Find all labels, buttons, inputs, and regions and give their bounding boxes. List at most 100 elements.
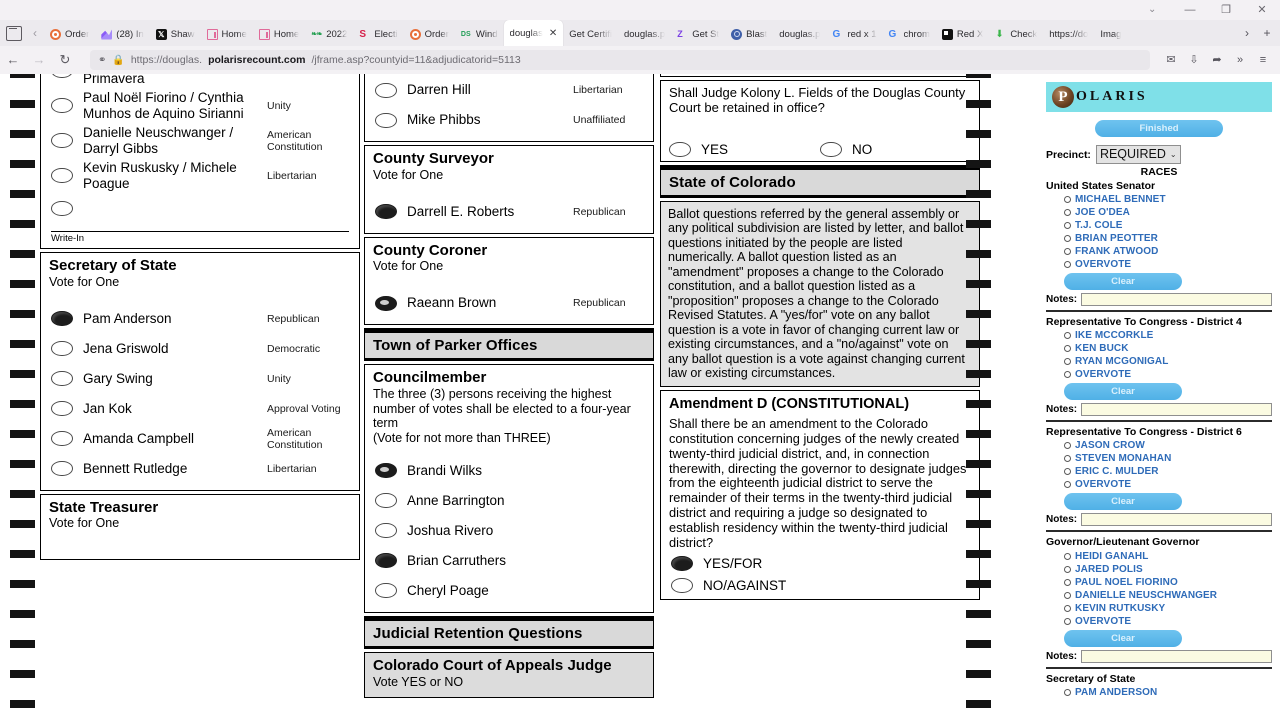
vote-oval[interactable] <box>375 523 397 539</box>
candidate-row[interactable]: Brian Carruthers <box>365 546 653 576</box>
notes-input[interactable] <box>1081 293 1272 307</box>
radio-icon[interactable] <box>1064 578 1071 586</box>
candidate-row[interactable]: Amanda Campbell American Constitution <box>41 424 359 454</box>
race-option[interactable]: T.J. COLE <box>1046 219 1272 232</box>
browser-tab[interactable]: Order <box>404 22 455 46</box>
candidate-row[interactable]: Bennett Rutledge Libertarian <box>41 454 359 484</box>
close-window-button[interactable]: ✕ <box>1244 0 1280 20</box>
candidate-row[interactable]: Pam Anderson Republican <box>41 304 359 334</box>
candidate-row[interactable]: Darren Hill Libertarian <box>365 75 653 105</box>
race-option-overvote[interactable]: OVERVOTE <box>1046 368 1272 381</box>
chevron-down-icon[interactable]: ⌄ <box>1148 0 1156 20</box>
race-option[interactable]: STEVEN MONAHAN <box>1046 452 1272 465</box>
tab-collections-icon[interactable] <box>6 25 22 41</box>
vote-oval[interactable] <box>51 431 73 447</box>
candidate-row[interactable]: Kevin Ruskusky / Michele Poague Libertar… <box>41 158 359 193</box>
browser-tab[interactable]: Get Certifi <box>563 22 618 46</box>
vote-oval[interactable] <box>375 82 397 98</box>
vote-oval[interactable] <box>51 200 73 216</box>
radio-icon[interactable] <box>1064 565 1071 573</box>
candidate-row[interactable]: Brandi Wilks <box>365 456 653 486</box>
close-icon[interactable]: ✕ <box>549 28 557 39</box>
race-option[interactable]: BRIAN PEOTTER <box>1046 232 1272 245</box>
shield-icon[interactable]: ⚭ <box>98 55 106 66</box>
mail-icon[interactable]: ✉ <box>1160 49 1182 71</box>
candidate-row[interactable]: Cheryl Poage <box>365 576 653 606</box>
radio-icon[interactable] <box>1064 688 1071 696</box>
candidate-row[interactable]: Anne Barrington <box>365 486 653 516</box>
browser-tab[interactable]: douglas.p <box>773 22 826 46</box>
browser-tab[interactable]: DS Wind <box>455 22 504 46</box>
new-tab-button[interactable]: + <box>1258 24 1276 42</box>
race-option[interactable]: FRANK ATWOOD <box>1046 245 1272 258</box>
vote-oval[interactable] <box>375 204 397 220</box>
browser-tab[interactable]: Red X <box>936 22 989 46</box>
browser-tab-active[interactable]: douglas ✕ <box>503 20 564 46</box>
race-option-overvote[interactable]: OVERVOTE <box>1046 258 1272 271</box>
radio-icon[interactable] <box>1064 222 1071 230</box>
race-option[interactable]: RYAN MCGONIGAL <box>1046 355 1272 368</box>
radio-icon[interactable] <box>1064 358 1071 366</box>
tab-scroll-right-button[interactable]: › <box>1238 24 1256 42</box>
race-option[interactable]: JOE O'DEA <box>1046 206 1272 219</box>
candidate-row[interactable]: Joshua Rivero <box>365 516 653 546</box>
radio-icon[interactable] <box>1064 617 1071 625</box>
race-option[interactable]: PAUL NOEL FIORINO <box>1046 576 1272 589</box>
vote-oval[interactable] <box>51 371 73 387</box>
candidate-row[interactable]: Jared Polis / Dianne Primavera Democrati… <box>41 74 359 88</box>
precinct-select[interactable]: REQUIRED ⌄ <box>1095 145 1181 164</box>
candidate-row[interactable]: Danielle Neuschwanger / Darryl Gibbs Ame… <box>41 123 359 158</box>
vote-oval[interactable] <box>375 493 397 509</box>
tab-scroll-left-button[interactable]: ‹ <box>26 20 44 46</box>
notes-input[interactable] <box>1081 513 1272 527</box>
minimize-button[interactable]: — <box>1172 0 1208 20</box>
radio-icon[interactable] <box>1064 468 1071 476</box>
vote-oval[interactable] <box>669 141 691 157</box>
lock-icon[interactable]: 🔒 <box>112 55 124 66</box>
clear-button[interactable]: Clear <box>1064 273 1182 291</box>
browser-tab[interactable]: Order <box>44 22 95 46</box>
candidate-row[interactable]: Jan Kok Approval Voting <box>41 394 359 424</box>
browser-tab[interactable]: S Electi <box>353 22 403 46</box>
vote-oval[interactable] <box>820 141 842 157</box>
vote-oval[interactable] <box>51 341 73 357</box>
radio-icon[interactable] <box>1064 248 1071 256</box>
radio-icon[interactable] <box>1064 604 1071 612</box>
browser-tab[interactable]: ⬇ Check <box>989 22 1043 46</box>
race-option[interactable]: JASON CROW <box>1046 439 1272 452</box>
maximize-button[interactable]: ❐ <box>1208 0 1244 20</box>
forward-button[interactable]: → <box>26 48 52 72</box>
vote-oval[interactable] <box>51 461 73 477</box>
vote-oval[interactable] <box>51 401 73 417</box>
browser-tab[interactable]: G chrom <box>883 22 936 46</box>
clear-button[interactable]: Clear <box>1064 383 1182 401</box>
radio-icon[interactable] <box>1064 235 1071 243</box>
race-option[interactable]: HEIDI GANAHL <box>1046 550 1272 563</box>
browser-tab[interactable]: Home <box>201 22 253 46</box>
race-option[interactable]: MICHAEL BENNET <box>1046 193 1272 206</box>
download-icon[interactable]: ⇩ <box>1183 49 1205 71</box>
radio-icon[interactable] <box>1064 552 1071 560</box>
write-in-row[interactable] <box>41 193 359 223</box>
vote-oval[interactable] <box>375 553 397 569</box>
vote-oval[interactable] <box>671 577 693 593</box>
browser-tab[interactable]: (28) In <box>95 22 149 46</box>
browser-tab[interactable]: Blast <box>725 22 773 46</box>
radio-icon[interactable] <box>1064 261 1071 269</box>
candidate-row[interactable]: Darrell E. Roberts Republican <box>365 197 653 227</box>
candidate-row[interactable]: Gary Swing Unity <box>41 364 359 394</box>
race-option[interactable]: PAM ANDERSON <box>1046 686 1272 699</box>
ballot-image-pane[interactable]: Jared Polis / Dianne Primavera Democrati… <box>0 74 1032 720</box>
race-option-overvote[interactable]: OVERVOTE <box>1046 478 1272 491</box>
race-option[interactable]: KEVIN RUTKUSKY <box>1046 602 1272 615</box>
amendment-yes-option[interactable]: YES/FOR <box>669 551 971 573</box>
finished-button[interactable]: Finished <box>1095 120 1223 137</box>
yes-option[interactable]: YES <box>669 141 820 157</box>
candidate-row[interactable]: Jena Griswold Democratic <box>41 334 359 364</box>
browser-tab[interactable]: 𝕏 Shaw <box>150 22 201 46</box>
clear-button[interactable]: Clear <box>1064 493 1182 511</box>
browser-tab[interactable]: ❧❧ 2022 <box>305 22 353 46</box>
candidate-row[interactable]: Mike Phibbs Unaffiliated <box>365 105 653 135</box>
chevrons-icon[interactable]: » <box>1229 49 1251 71</box>
radio-icon[interactable] <box>1064 591 1071 599</box>
